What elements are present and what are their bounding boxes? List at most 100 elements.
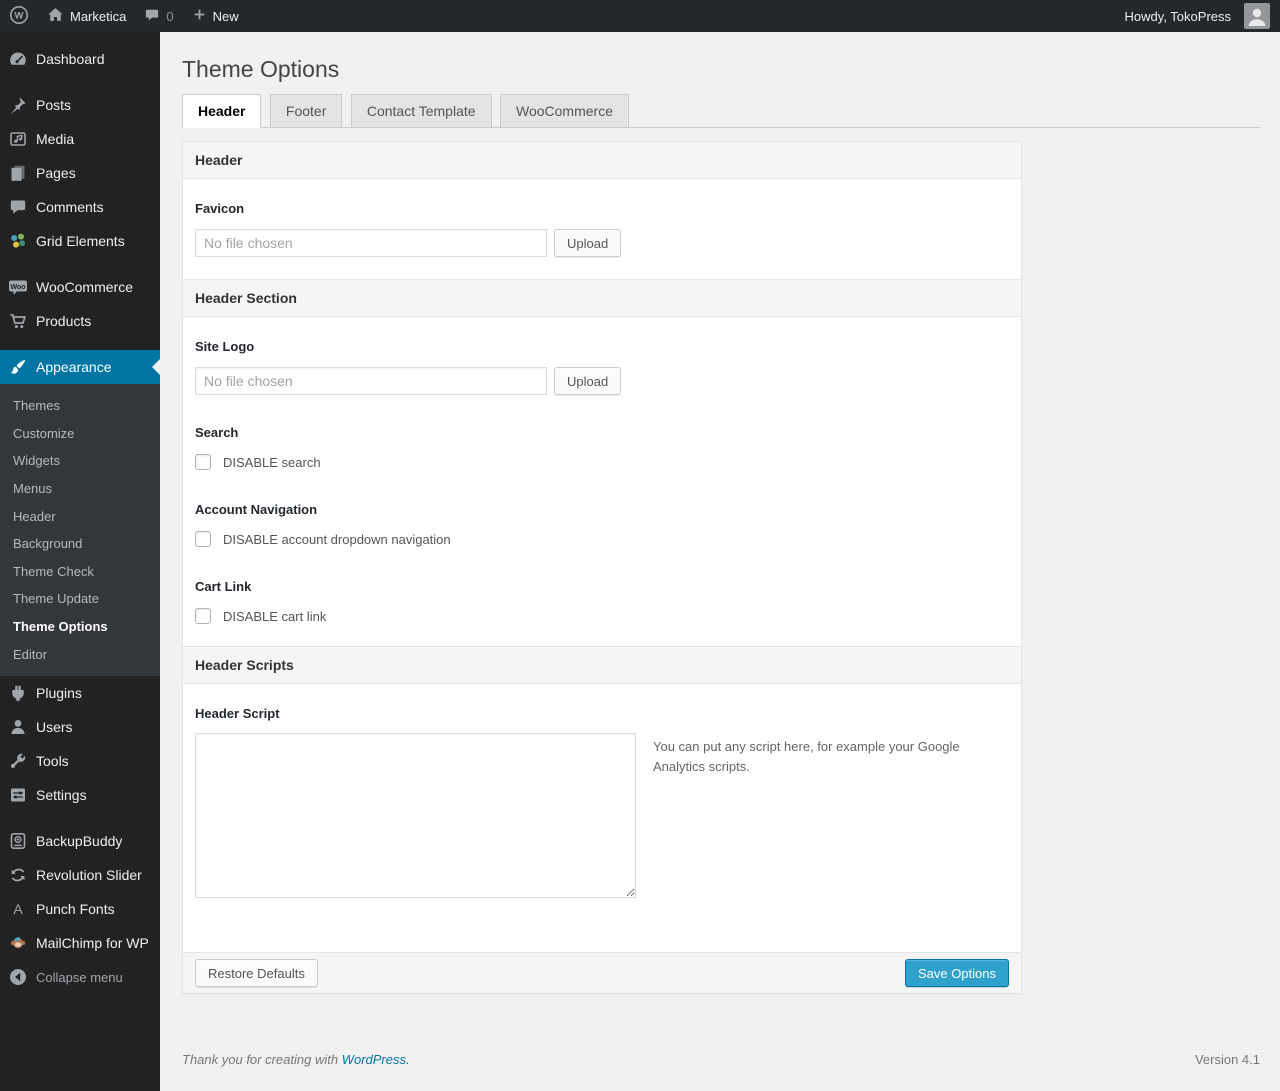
section-scripts-body: Header Script You can put any script her… [183, 706, 1021, 952]
dashboard-icon [0, 49, 36, 69]
sidebar-item-label: Plugins [36, 685, 82, 702]
site-logo-label: Site Logo [195, 339, 255, 355]
submenu-item-background[interactable]: Background [0, 530, 160, 558]
sidebar-item-posts[interactable]: Posts [0, 88, 160, 122]
site-name-menu[interactable]: Marketica [38, 0, 135, 32]
submenu-item-theme-check[interactable]: Theme Check [0, 558, 160, 586]
collapse-menu-label: Collapse menu [36, 969, 123, 985]
svg-text:W: W [15, 10, 24, 21]
menu-separator [0, 258, 160, 270]
comments-icon [0, 197, 36, 217]
sidebar-item-label: Appearance [36, 359, 112, 375]
new-label: New [212, 8, 239, 24]
section-header-title: Header [183, 142, 1021, 180]
avatar [1244, 3, 1270, 29]
collapse-arrow-icon [0, 967, 36, 987]
sidebar-item-users[interactable]: Users [0, 710, 160, 744]
sidebar-item-media[interactable]: Media [0, 122, 160, 156]
appearance-brush-icon [0, 357, 36, 377]
site-logo-file-input[interactable] [195, 367, 547, 396]
svg-text:A: A [13, 901, 23, 917]
sidebar-item-dashboard[interactable]: Dashboard [0, 42, 160, 76]
footer-version: Version 4.1 [1194, 1052, 1260, 1068]
disable-search-checkbox[interactable] [195, 454, 211, 471]
submenu-item-customize[interactable]: Customize [0, 420, 160, 448]
submenu-item-header[interactable]: Header [0, 503, 160, 531]
page-footer: Thank you for creating with WordPress. V… [182, 1052, 1260, 1067]
tab-contact-template[interactable]: Contact Template [350, 93, 492, 129]
submenu-item-widgets[interactable]: Widgets [0, 447, 160, 475]
cart-link-label: Cart Link [195, 579, 252, 595]
header-script-textarea[interactable] [195, 733, 636, 899]
sidebar-item-label: Settings [36, 787, 87, 804]
sidebar-item-tools[interactable]: Tools [0, 744, 160, 778]
howdy-label: Howdy, TokoPress [1124, 8, 1231, 24]
restore-defaults-button[interactable]: Restore Defaults [195, 959, 318, 988]
sidebar-item-woocommerce[interactable]: Woo WooCommerce [0, 270, 160, 304]
disable-cart-checkbox[interactable] [195, 608, 211, 625]
header-script-row: You can put any script here, for example… [195, 733, 1009, 899]
submenu-item-theme-options[interactable]: Theme Options [0, 613, 160, 641]
sidebar-item-label: Dashboard [36, 51, 105, 67]
cart-icon [0, 311, 36, 331]
sidebar-item-comments[interactable]: Comments [0, 190, 160, 224]
sidebar-item-punch-fonts[interactable]: A Punch Fonts [0, 892, 160, 926]
svg-text:Woo: Woo [10, 284, 25, 291]
disable-cart-label: DISABLE cart link [223, 608, 327, 624]
favicon-file-input[interactable] [195, 229, 547, 258]
header-script-label: Header Script [195, 706, 280, 722]
panel-footer-bar: Restore Defaults Save Options [183, 952, 1021, 994]
letter-a-icon: A [0, 899, 36, 919]
site-logo-upload-button[interactable]: Upload [554, 367, 622, 396]
wordpress-link[interactable]: WordPress. [342, 1052, 410, 1067]
sidebar-item-products[interactable]: Products [0, 304, 160, 338]
favicon-label: Favicon [195, 201, 245, 217]
comments-menu[interactable]: 0 [135, 0, 182, 32]
appearance-submenu: Themes Customize Widgets Menus Header Ba… [0, 384, 160, 677]
account-menu[interactable]: Howdy, TokoPress [1116, 0, 1280, 32]
favicon-field-row: Upload [195, 229, 1009, 258]
sidebar-item-label: Users [36, 719, 73, 736]
submenu-item-themes[interactable]: Themes [0, 392, 160, 420]
sidebar-item-mailchimp[interactable]: MailChimp for WP [0, 926, 160, 960]
sidebar-item-label: Grid Elements [36, 233, 125, 249]
collapse-menu-button[interactable]: Collapse menu [0, 960, 160, 994]
account-navigation-label: Account Navigation [195, 502, 318, 518]
main-content: Theme Options Header Footer Contact Temp… [160, 32, 1280, 1091]
menu-separator [0, 338, 160, 350]
disable-search-label: DISABLE search [223, 454, 321, 470]
tab-header[interactable]: Header [182, 93, 262, 129]
favicon-upload-button[interactable]: Upload [554, 229, 622, 258]
sidebar-item-label: Comments [36, 199, 104, 215]
footer-thanks-text: Thank you for creating with WordPress. [182, 1052, 410, 1067]
submenu-item-editor[interactable]: Editor [0, 641, 160, 669]
sidebar-item-revolution-slider[interactable]: Revolution Slider [0, 858, 160, 892]
comment-bubble-icon [144, 7, 160, 26]
sidebar-item-label: Tools [36, 753, 69, 770]
sidebar-item-plugins[interactable]: Plugins [0, 676, 160, 710]
backupbuddy-icon [0, 831, 36, 851]
sidebar-item-settings[interactable]: Settings [0, 778, 160, 812]
tab-footer[interactable]: Footer [269, 93, 343, 129]
save-options-button[interactable]: Save Options [904, 959, 1009, 988]
revolution-slider-icon [0, 865, 36, 885]
plugin-icon [0, 683, 36, 703]
section-header-area-body: Site Logo Upload Search DISABLE search A… [183, 339, 1021, 646]
admin-bar: W Marketica 0 New Howdy, TokoPress [0, 0, 1280, 32]
disable-account-checkbox[interactable] [195, 531, 211, 548]
sidebar-item-appearance[interactable]: Appearance [0, 350, 160, 384]
menu-separator [0, 76, 160, 88]
submenu-item-menus[interactable]: Menus [0, 475, 160, 503]
sidebar-item-label: Posts [36, 97, 72, 113]
sidebar-item-grid-elements[interactable]: Grid Elements [0, 224, 160, 258]
sidebar-item-pages[interactable]: Pages [0, 156, 160, 190]
settings-sliders-icon [0, 785, 36, 805]
woocommerce-icon: Woo [0, 277, 36, 297]
new-content-menu[interactable]: New [183, 0, 248, 32]
sidebar-item-label: Revolution Slider [36, 867, 142, 884]
wp-logo-menu[interactable]: W [0, 0, 38, 32]
sidebar-item-backupbuddy[interactable]: BackupBuddy [0, 824, 160, 858]
tab-woocommerce[interactable]: WooCommerce [500, 93, 629, 129]
site-name-label: Marketica [70, 8, 127, 24]
submenu-item-theme-update[interactable]: Theme Update [0, 585, 160, 613]
